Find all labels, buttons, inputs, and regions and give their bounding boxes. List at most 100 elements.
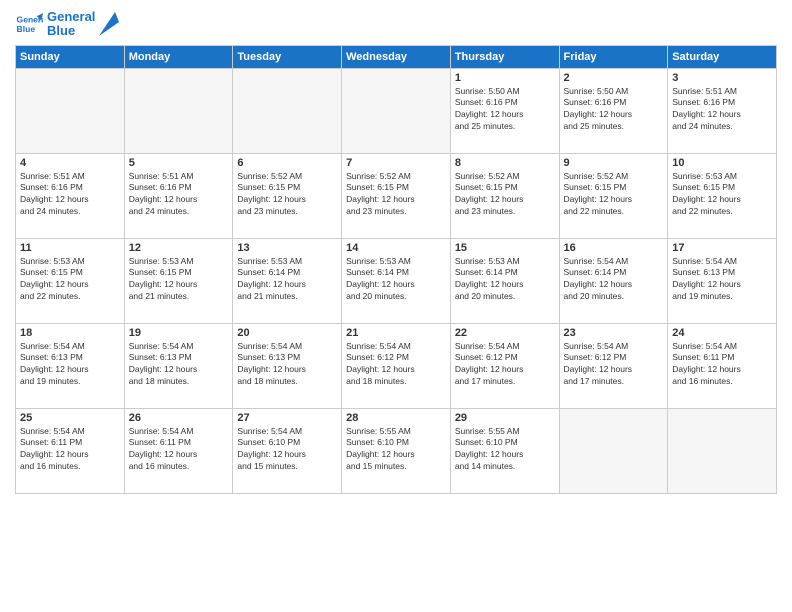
day-info: Sunrise: 5:54 AM Sunset: 6:11 PM Dayligh… — [129, 426, 229, 474]
day-number: 7 — [346, 157, 446, 169]
day-number: 12 — [129, 242, 229, 254]
day-info: Sunrise: 5:50 AM Sunset: 6:16 PM Dayligh… — [455, 86, 555, 134]
calendar-cell: 15 Sunrise: 5:53 AM Sunset: 6:14 PM Dayli… — [450, 238, 559, 323]
calendar-cell: 6Sunrise: 5:52 AM Sunset: 6:15 PM Daylig… — [233, 153, 342, 238]
calendar-cell: 13 Sunrise: 5:53 AM Sunset: 6:14 PM Dayli… — [233, 238, 342, 323]
calendar-cell: 18Sunrise: 5:54 AM Sunset: 6:13 PM Dayli… — [16, 323, 125, 408]
day-number: 3 — [672, 72, 772, 84]
calendar-cell: 14 Sunrise: 5:53 AM Sunset: 6:14 PM Dayli… — [342, 238, 451, 323]
calendar-cell: 12 Sunrise: 5:53 AM Sunset: 6:15 PM Dayli… — [124, 238, 233, 323]
day-number: 20 — [237, 327, 337, 339]
day-number: 10 — [672, 157, 772, 169]
calendar-cell: 16 Sunrise: 5:54 AM Sunset: 6:14 PM Dayli… — [559, 238, 668, 323]
day-info: Sunrise: 5:53 AM Sunset: 6:15 PM Dayligh… — [672, 171, 772, 219]
day-number: 5 — [129, 157, 229, 169]
calendar-cell: 8 Sunrise: 5:52 AM Sunset: 6:15 PM Daylig… — [450, 153, 559, 238]
day-number: 16 — [564, 242, 664, 254]
day-info: Sunrise: 5:53 AM Sunset: 6:15 PM Dayligh… — [129, 256, 229, 304]
day-info: Sunrise: 5:54 AM Sunset: 6:12 PM Dayligh… — [564, 341, 664, 389]
calendar-cell: 21 Sunrise: 5:54 AM Sunset: 6:12 PM Dayli… — [342, 323, 451, 408]
calendar-cell: 11 Sunrise: 5:53 AM Sunset: 6:15 PM Dayli… — [16, 238, 125, 323]
calendar-cell: 24Sunrise: 5:54 AM Sunset: 6:11 PM Dayli… — [668, 323, 777, 408]
calendar-cell: 25 Sunrise: 5:54 AM Sunset: 6:11 PM Dayli… — [16, 408, 125, 493]
day-header-wednesday: Wednesday — [342, 45, 451, 68]
day-number: 9 — [564, 157, 664, 169]
day-info: Sunrise: 5:54 AM Sunset: 6:14 PM Dayligh… — [564, 256, 664, 304]
calendar-cell: 5Sunrise: 5:51 AM Sunset: 6:16 PM Daylig… — [124, 153, 233, 238]
day-number: 25 — [20, 412, 120, 424]
logo: General Blue General Blue — [15, 10, 119, 39]
logo-icon: General Blue — [15, 10, 43, 38]
day-header-friday: Friday — [559, 45, 668, 68]
calendar-cell: 4 Sunrise: 5:51 AM Sunset: 6:16 PM Daylig… — [16, 153, 125, 238]
calendar-cell: 19 Sunrise: 5:54 AM Sunset: 6:13 PM Dayli… — [124, 323, 233, 408]
day-number: 18 — [20, 327, 120, 339]
day-number: 11 — [20, 242, 120, 254]
calendar-cell: 26 Sunrise: 5:54 AM Sunset: 6:11 PM Dayli… — [124, 408, 233, 493]
day-info: Sunrise: 5:54 AM Sunset: 6:10 PM Dayligh… — [237, 426, 337, 474]
day-header-tuesday: Tuesday — [233, 45, 342, 68]
day-header-monday: Monday — [124, 45, 233, 68]
calendar-cell — [668, 408, 777, 493]
day-info: Sunrise: 5:54 AM Sunset: 6:13 PM Dayligh… — [129, 341, 229, 389]
calendar-cell — [16, 68, 125, 153]
day-info: Sunrise: 5:54 AM Sunset: 6:11 PM Dayligh… — [672, 341, 772, 389]
day-info: Sunrise: 5:52 AM Sunset: 6:15 PM Dayligh… — [564, 171, 664, 219]
day-number: 8 — [455, 157, 555, 169]
day-info: Sunrise: 5:55 AM Sunset: 6:10 PM Dayligh… — [455, 426, 555, 474]
day-number: 1 — [455, 72, 555, 84]
calendar-cell: 7 Sunrise: 5:52 AM Sunset: 6:15 PM Daylig… — [342, 153, 451, 238]
day-header-saturday: Saturday — [668, 45, 777, 68]
svg-text:Blue: Blue — [17, 24, 36, 34]
day-info: Sunrise: 5:54 AM Sunset: 6:13 PM Dayligh… — [672, 256, 772, 304]
calendar-cell: 17Sunrise: 5:54 AM Sunset: 6:13 PM Dayli… — [668, 238, 777, 323]
calendar-cell: 23Sunrise: 5:54 AM Sunset: 6:12 PM Dayli… — [559, 323, 668, 408]
logo-wing-icon — [99, 12, 119, 36]
day-info: Sunrise: 5:55 AM Sunset: 6:10 PM Dayligh… — [346, 426, 446, 474]
day-number: 29 — [455, 412, 555, 424]
calendar-cell: 1 Sunrise: 5:50 AM Sunset: 6:16 PM Daylig… — [450, 68, 559, 153]
calendar-cell: 29 Sunrise: 5:55 AM Sunset: 6:10 PM Dayli… — [450, 408, 559, 493]
logo-text: General — [47, 10, 95, 24]
day-number: 21 — [346, 327, 446, 339]
day-number: 28 — [346, 412, 446, 424]
day-number: 2 — [564, 72, 664, 84]
day-info: Sunrise: 5:52 AM Sunset: 6:15 PM Dayligh… — [346, 171, 446, 219]
calendar-cell — [559, 408, 668, 493]
logo-subtext: Blue — [47, 24, 95, 38]
calendar-cell — [124, 68, 233, 153]
day-info: Sunrise: 5:54 AM Sunset: 6:12 PM Dayligh… — [455, 341, 555, 389]
calendar-cell — [342, 68, 451, 153]
day-info: Sunrise: 5:53 AM Sunset: 6:15 PM Dayligh… — [20, 256, 120, 304]
day-header-sunday: Sunday — [16, 45, 125, 68]
day-number: 4 — [20, 157, 120, 169]
day-info: Sunrise: 5:53 AM Sunset: 6:14 PM Dayligh… — [237, 256, 337, 304]
day-header-thursday: Thursday — [450, 45, 559, 68]
day-number: 19 — [129, 327, 229, 339]
day-info: Sunrise: 5:52 AM Sunset: 6:15 PM Dayligh… — [455, 171, 555, 219]
day-number: 15 — [455, 242, 555, 254]
calendar-cell: 22 Sunrise: 5:54 AM Sunset: 6:12 PM Dayli… — [450, 323, 559, 408]
day-info: Sunrise: 5:54 AM Sunset: 6:12 PM Dayligh… — [346, 341, 446, 389]
day-number: 13 — [237, 242, 337, 254]
day-number: 27 — [237, 412, 337, 424]
day-number: 22 — [455, 327, 555, 339]
calendar-table: SundayMondayTuesdayWednesdayThursdayFrid… — [15, 45, 777, 494]
day-info: Sunrise: 5:54 AM Sunset: 6:11 PM Dayligh… — [20, 426, 120, 474]
calendar-cell: 2 Sunrise: 5:50 AM Sunset: 6:16 PM Daylig… — [559, 68, 668, 153]
page-container: General Blue General Blue SundayMondayTu… — [0, 0, 792, 504]
calendar-cell — [233, 68, 342, 153]
calendar-cell: 9 Sunrise: 5:52 AM Sunset: 6:15 PM Daylig… — [559, 153, 668, 238]
day-info: Sunrise: 5:53 AM Sunset: 6:14 PM Dayligh… — [346, 256, 446, 304]
day-number: 14 — [346, 242, 446, 254]
day-info: Sunrise: 5:53 AM Sunset: 6:14 PM Dayligh… — [455, 256, 555, 304]
day-info: Sunrise: 5:51 AM Sunset: 6:16 PM Dayligh… — [20, 171, 120, 219]
calendar-cell: 27 Sunrise: 5:54 AM Sunset: 6:10 PM Dayli… — [233, 408, 342, 493]
day-info: Sunrise: 5:51 AM Sunset: 6:16 PM Dayligh… — [672, 86, 772, 134]
calendar-cell: 20 Sunrise: 5:54 AM Sunset: 6:13 PM Dayli… — [233, 323, 342, 408]
header: General Blue General Blue — [15, 10, 777, 39]
day-info: Sunrise: 5:54 AM Sunset: 6:13 PM Dayligh… — [237, 341, 337, 389]
day-info: Sunrise: 5:50 AM Sunset: 6:16 PM Dayligh… — [564, 86, 664, 134]
day-info: Sunrise: 5:52 AM Sunset: 6:15 PM Dayligh… — [237, 171, 337, 219]
day-number: 26 — [129, 412, 229, 424]
